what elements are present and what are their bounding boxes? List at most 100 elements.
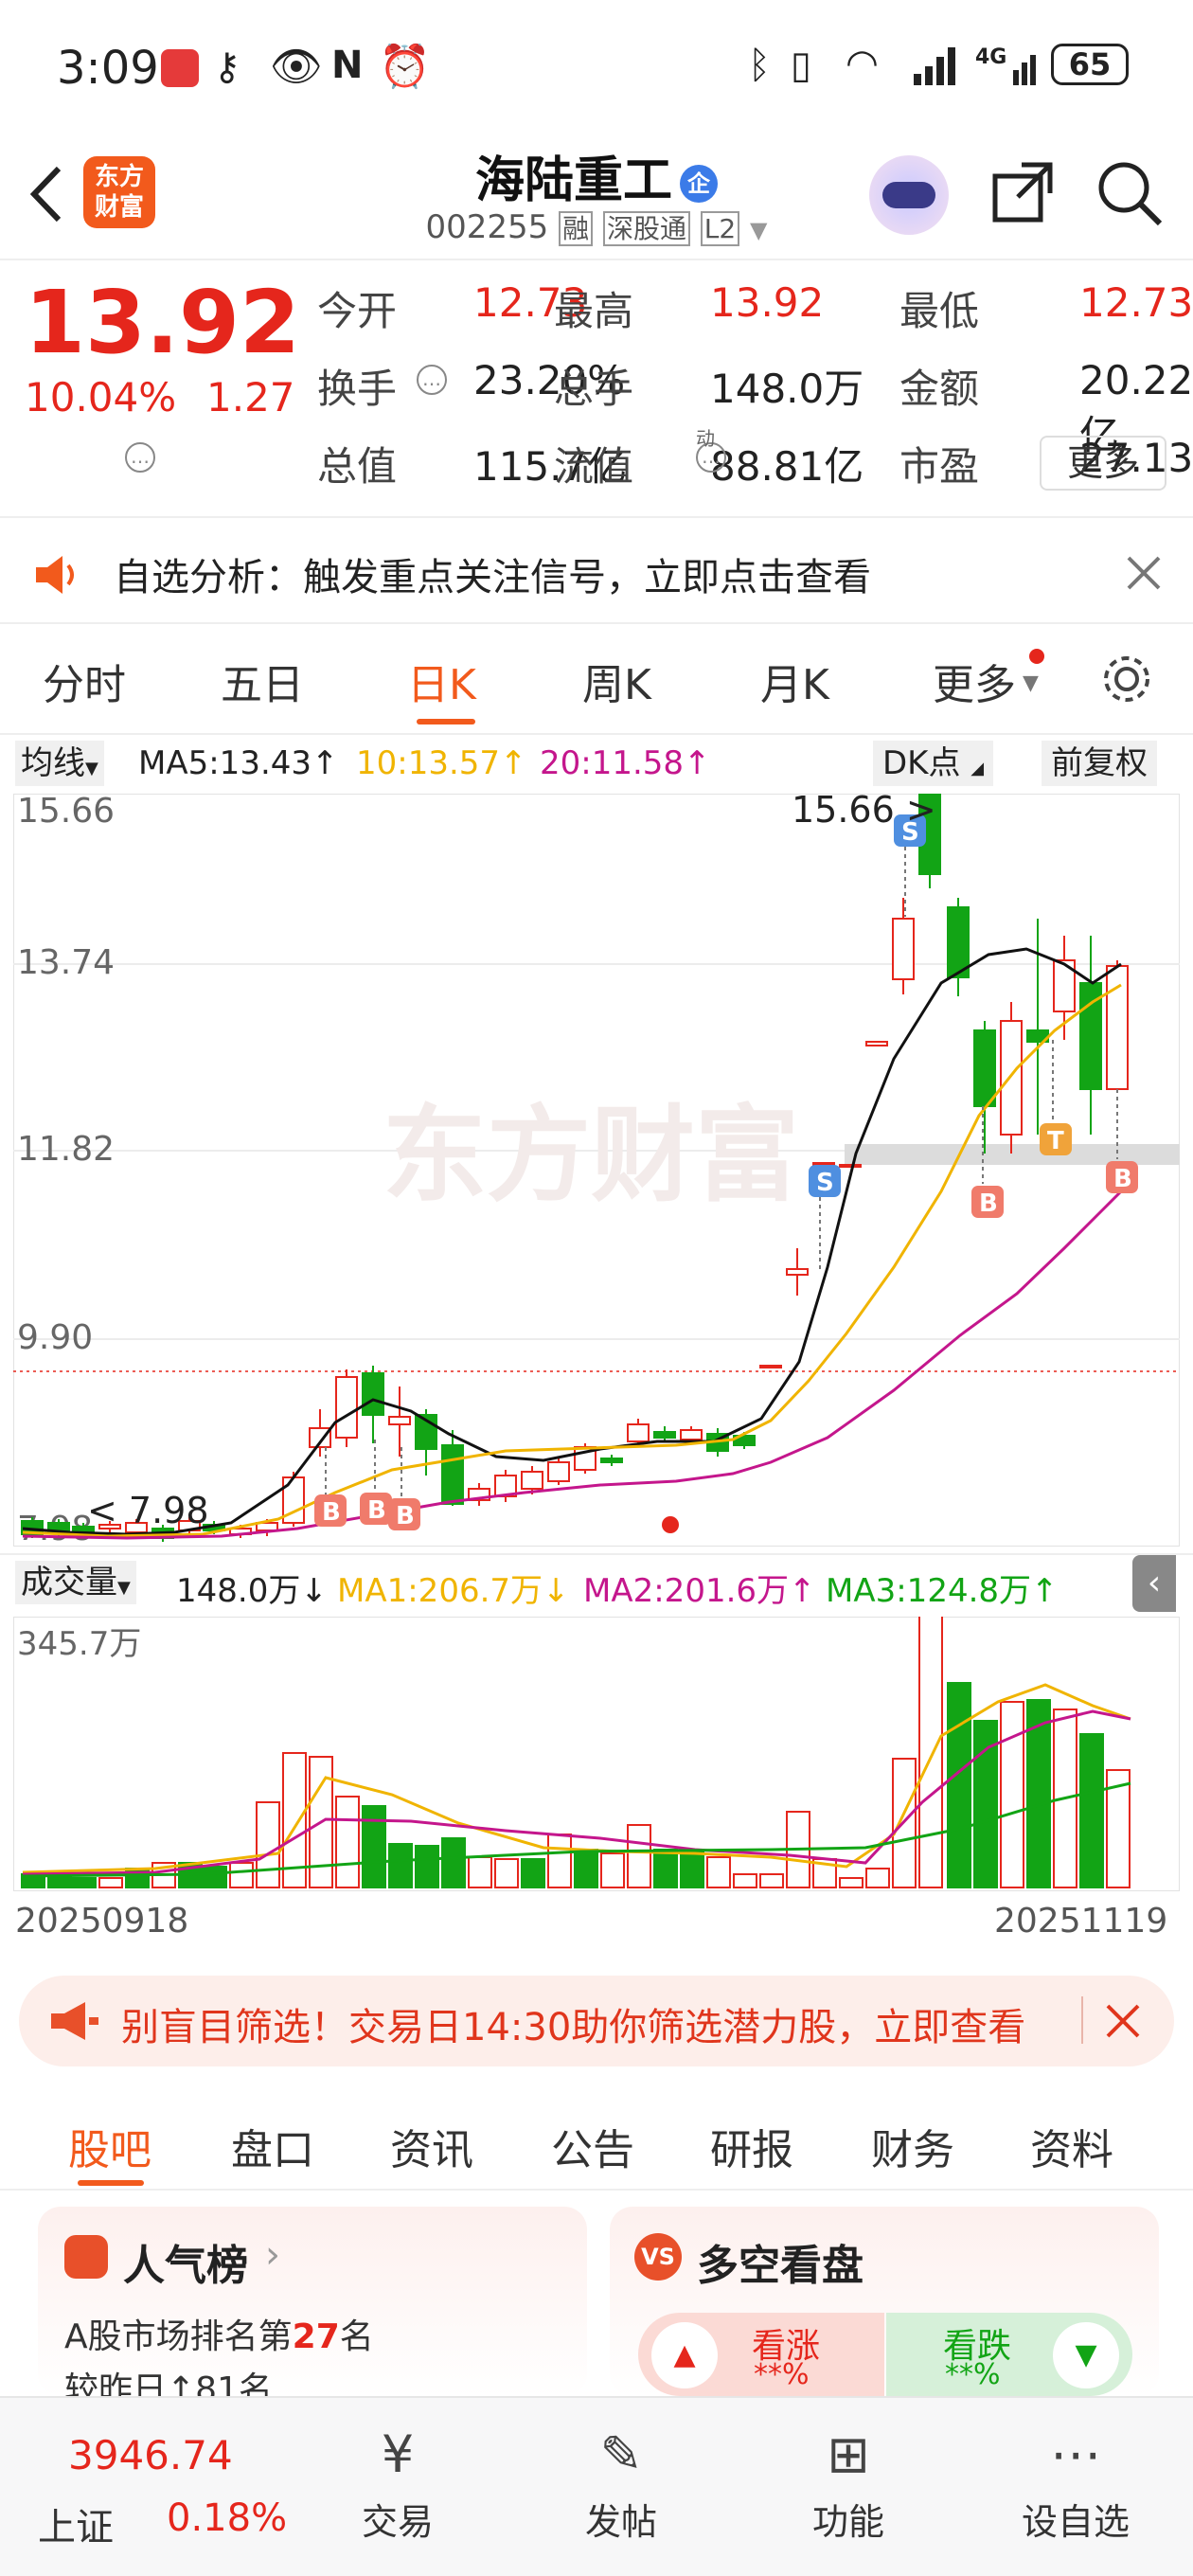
volume-svg: 345.7万 — [12, 1612, 1181, 1892]
quote-label: 市盈 — [899, 443, 980, 490]
tab-five-day[interactable]: 五日 — [221, 651, 304, 711]
more-quote-button[interactable]: 更多 — [1040, 436, 1166, 491]
volume-indicator-label: 成交量 — [21, 1564, 117, 1601]
tab-daily-k[interactable]: 日K — [407, 651, 476, 711]
ma20-line — [22, 1180, 1132, 1540]
red-dot-badge — [1029, 649, 1044, 664]
chevron-down-icon[interactable]: ▼ — [750, 217, 767, 243]
kline-chart[interactable]: 15.6613.7411.829.907.98东方财富BBBSSBBT15.66… — [12, 789, 1181, 1548]
quote-label: 金额 — [899, 366, 980, 412]
volume-bar: 成交量▼ 148.0万↓ MA1:206.7万↓ MA2:201.6万↑ MA3… — [0, 1553, 1193, 1612]
quote-label: 总手 — [554, 366, 634, 412]
y-axis-label: 9.90 — [17, 1318, 93, 1357]
stock-name: 海陆重工企 — [379, 140, 814, 211]
assistant-avatar-icon[interactable] — [869, 155, 949, 235]
bull-bear-card[interactable]: VS 多空看盘 ▲ 看涨 **% 看跌 **% ▼ — [610, 2207, 1159, 2396]
indicator-select[interactable]: 均线▼ — [15, 741, 104, 786]
nav-post[interactable]: ✎ 发帖 — [564, 2417, 678, 2568]
stock-code: 002255 — [425, 208, 549, 246]
section-tab[interactable]: 资料 — [1030, 2116, 1113, 2176]
close-icon[interactable] — [1125, 554, 1163, 592]
buy-signal-text: B — [1113, 1165, 1132, 1193]
nav-add-watchlist[interactable]: ⋯ 设自选 — [1009, 2417, 1142, 2568]
tab-monthly-k[interactable]: 月K — [760, 651, 829, 711]
collapse-arrow-icon[interactable]: ‹ — [1132, 1555, 1176, 1612]
volume-indicator-select[interactable]: 成交量▼ — [15, 1561, 136, 1604]
quote-value: 88.81亿 — [710, 443, 864, 490]
section-tab[interactable]: 研报 — [710, 2116, 793, 2176]
key-icon: ⚷ — [213, 45, 241, 89]
index-name: 上证 — [38, 2506, 114, 2549]
section-tab[interactable]: 股吧 — [68, 2116, 151, 2176]
section-tab[interactable]: 盘口 — [231, 2116, 314, 2176]
dk-point-button[interactable]: DK点 ◢ — [873, 741, 994, 786]
tab-more[interactable]: 更多 — [933, 651, 1016, 711]
quote-label: 最低 — [899, 288, 980, 334]
arrow-down-icon: ▼ — [1053, 2322, 1119, 2388]
vol-ma3-value: MA3:124.8万↑ — [826, 1572, 1059, 1610]
candle-body — [680, 1429, 703, 1440]
tag-l2: L2 — [700, 211, 740, 246]
settings-gear-icon[interactable] — [1098, 651, 1155, 707]
section-tab[interactable]: 公告 — [551, 2116, 634, 2176]
tab-intraday[interactable]: 分时 — [43, 651, 126, 711]
section-tab[interactable]: 资讯 — [390, 2116, 473, 2176]
ma20-value: 20:11.58↑ — [540, 744, 711, 782]
candle-body — [865, 1041, 888, 1046]
quote-label: 最高 — [554, 288, 634, 334]
volume-value: 148.0万↓ — [176, 1572, 328, 1610]
tab-weekly-k[interactable]: 周K — [582, 651, 651, 711]
search-icon[interactable] — [1094, 157, 1166, 229]
candle-body — [441, 1444, 464, 1505]
app-notification-icon — [161, 49, 199, 87]
promo-banner[interactable]: 别盲目筛选！交易日14:30助你筛选潜力股，立即查看 — [19, 1976, 1174, 2066]
info-icon[interactable]: … — [125, 442, 155, 473]
candle-body — [759, 1365, 782, 1368]
divider — [1081, 1996, 1083, 2044]
adjust-mode-button[interactable]: 前复权 — [1042, 741, 1157, 786]
section-tab[interactable]: 财务 — [871, 2116, 954, 2176]
bullish-button[interactable]: ▲ 看涨 **% — [638, 2313, 884, 2396]
volume-bar — [627, 1824, 651, 1888]
share-icon[interactable] — [989, 159, 1056, 225]
candle-body — [653, 1431, 676, 1439]
watermark-text: 东方财富 — [383, 1095, 799, 1216]
back-icon[interactable] — [23, 161, 70, 227]
min-price-label: < 7.98 — [87, 1490, 209, 1531]
candle-body — [812, 1162, 835, 1166]
popularity-title: 人气榜 — [123, 2242, 248, 2290]
quote-label: 今开 — [317, 288, 398, 334]
candle-body — [892, 918, 915, 980]
candle-body — [973, 1029, 996, 1107]
tag-connect: 深股通 — [602, 211, 690, 246]
volume-bar — [335, 1796, 360, 1888]
volume-bar — [415, 1845, 439, 1888]
popularity-card[interactable]: 人气榜 › A股市场排名第27名 较昨日↑81名 — [38, 2207, 587, 2396]
candle-body — [362, 1372, 384, 1416]
volume-bar — [680, 1849, 704, 1888]
nav-functions[interactable]: ⊞ 功能 — [792, 2417, 905, 2568]
volume-chart[interactable]: 345.7万 — [12, 1612, 1181, 1892]
volume-bar — [521, 1858, 545, 1888]
close-icon[interactable] — [1104, 2002, 1142, 2040]
rank-prefix: A股市场排名第 — [64, 2317, 293, 2356]
volume-bar — [72, 1877, 97, 1888]
y-axis-label: 15.66 — [17, 794, 115, 831]
bearish-button[interactable]: 看跌 **% ▼ — [886, 2313, 1132, 2396]
nav-trade-label: 交易 — [361, 2501, 434, 2543]
corner-arrow-icon: ◢ — [970, 759, 985, 778]
nav-post-label: 发帖 — [584, 2501, 657, 2543]
volume-bar — [865, 1868, 890, 1888]
bluetooth-icon: ᛒ — [748, 44, 771, 87]
index-widget[interactable]: 3946.74 上证 0.18% — [0, 2398, 288, 2576]
index-percent: 0.18% — [167, 2496, 288, 2540]
info-icon[interactable]: … — [417, 365, 447, 395]
nav-trade[interactable]: ¥ 交易 — [341, 2417, 454, 2568]
stock-name-text: 海陆重工 — [474, 152, 672, 209]
kline-svg: 15.6613.7411.829.907.98东方财富BBBSSBBT15.66… — [12, 789, 1181, 1548]
alert-row[interactable]: 自选分析：触发重点关注信号，立即点击查看 — [0, 520, 1193, 624]
yen-cycle-icon: ¥ — [381, 2424, 415, 2484]
bull-bear-title: 多空看盘 — [697, 2242, 864, 2290]
app-logo: 东方 财富 — [83, 156, 155, 228]
buy-signal-text: B — [979, 1190, 998, 1218]
